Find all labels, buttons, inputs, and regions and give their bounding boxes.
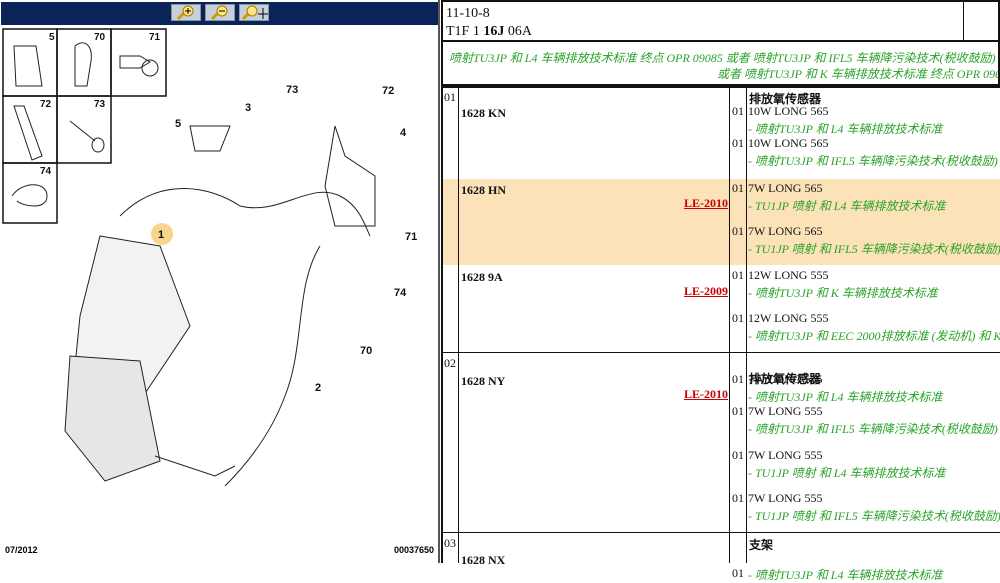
le-link[interactable]: LE-2010 [684, 196, 728, 211]
row-number: 03 [444, 536, 456, 550]
callout[interactable]: 2 [315, 382, 321, 394]
part-description: 7W LONG 555 [748, 448, 823, 462]
callout[interactable]: 3 [245, 102, 251, 114]
part-description: 7W LONG 565 [748, 181, 823, 195]
zoom-out-button[interactable] [204, 4, 235, 21]
zoom-in-button[interactable] [170, 4, 201, 21]
part-description: 12W LONG 555 [748, 311, 829, 325]
part-reference: 1628 NY [461, 374, 506, 388]
applicability-note: - 喷射TU3JP 和 L4 车辆排放技术标准 [748, 122, 943, 136]
inset-label: 71 [149, 32, 161, 43]
part-description: 12W LONG 555 [748, 268, 829, 282]
applicability-note: - 喷射TU3JP 和 IFL5 车辆降污染技术(税收鼓励) [748, 422, 998, 436]
quantity: 01 [732, 311, 744, 325]
applicability-note: - 喷射TU3JP 和 K 车辆排放技术标准 [748, 286, 938, 300]
applicability-note: - TU1JP 喷射 和 L4 车辆排放技术标准 [748, 199, 946, 213]
applicability-note: - 喷射TU3JP 和 IFL5 车辆降污染技术(税收鼓励) [748, 154, 998, 168]
row-number: 01 [444, 90, 456, 104]
quantity: 01 [732, 268, 744, 282]
exploded-parts-diagram: 5 70 71 72 73 74 1 2 3 4 5 70 71 72 73 7… [2, 28, 417, 487]
part-description: 7W LONG 555 [748, 372, 823, 386]
part-description: 10W LONG 565 [748, 136, 829, 150]
quantity: 01 [732, 104, 744, 118]
parts-table: 11-10-8 T1F 1 16J 06A 喷射TU3JP 和 L4 车辆排放技… [441, 0, 1000, 582]
quantity: 01 [732, 136, 744, 150]
applicability-note: - TU1JP 喷射 和 L4 车辆排放技术标准 [748, 466, 946, 480]
inset-label: 74 [40, 166, 52, 177]
quantity: 01 [732, 491, 744, 505]
callout[interactable]: 5 [175, 118, 181, 130]
part-description: 10W LONG 565 [748, 104, 829, 118]
banner-line: 或者 喷射TU3JP 和 K 车辆排放技术标准 终点 OPR 09085 [717, 67, 1000, 81]
section-code: 11-10-8 [446, 6, 490, 21]
quantity: 01 [732, 566, 744, 580]
inset-label: 5 [49, 32, 55, 43]
engine-code: T1F 1 16J 06A [446, 24, 532, 39]
part-description: 7W LONG 565 [748, 224, 823, 238]
quantity: 01 [732, 181, 744, 195]
le-link[interactable]: LE-2009 [684, 284, 728, 299]
inset-label: 70 [94, 32, 106, 43]
inset-label: 72 [40, 99, 52, 110]
callout[interactable]: 4 [400, 127, 407, 139]
callout[interactable]: 74 [394, 287, 407, 299]
quantity: 01 [732, 224, 744, 238]
applicability-note: - 喷射TU3JP 和 L4 车辆排放技术标准 [748, 390, 943, 404]
part-reference: 1628 HN [461, 183, 506, 197]
zoom-out-icon [210, 5, 227, 20]
callout[interactable]: 72 [382, 85, 394, 97]
quantity: 01 [732, 404, 744, 418]
callout[interactable]: 73 [286, 84, 298, 96]
part-name: 支架 [749, 538, 774, 552]
applicability-note: - TU1JP 喷射 和 IFL5 车辆降污染技术(税收鼓励) [748, 242, 1000, 256]
diagram-toolbar [1, 2, 438, 25]
diagram-reference: 00037650 [393, 545, 434, 555]
row-number: 02 [444, 356, 456, 370]
banner-line: 喷射TU3JP 和 L4 车辆排放技术标准 终点 OPR 09085 或者 喷射… [449, 51, 996, 65]
zoom-pan-button[interactable] [238, 4, 269, 21]
part-reference: 1628 NX [461, 553, 506, 567]
part-reference: 1628 9A [461, 270, 503, 284]
callout[interactable]: 71 [405, 231, 417, 243]
applicability-note: - TU1JP 喷射 和 IFL5 车辆降污染技术(税收鼓励) [748, 509, 1000, 523]
part-reference: 1628 KN [461, 106, 506, 120]
callout[interactable]: 70 [360, 345, 372, 357]
zoom-pan-icon [241, 5, 268, 20]
zoom-in-icon [176, 5, 193, 20]
quantity: 01 [732, 372, 744, 386]
le-link[interactable]: LE-2010 [684, 387, 728, 402]
part-description: 7W LONG 555 [748, 491, 823, 505]
inset-label: 73 [94, 99, 106, 110]
quantity: 01 [732, 448, 744, 462]
applicability-note: - 喷射TU3JP 和 L4 车辆排放技术标准 [748, 568, 943, 582]
diagram-panel: 5 70 71 72 73 74 1 2 3 4 5 70 71 72 73 7… [0, 0, 440, 563]
applicability-banner: 喷射TU3JP 和 L4 车辆排放技术标准 终点 OPR 09085 或者 喷射… [441, 42, 1000, 86]
diagram-date: 07/2012 [5, 545, 38, 555]
part-description: 7W LONG 555 [748, 404, 823, 418]
callout[interactable]: 1 [158, 229, 164, 241]
table-header: 11-10-8 T1F 1 16J 06A [441, 0, 1000, 42]
applicability-note: - 喷射TU3JP 和 EEC 2000排放标准 (发动机) 和 K 车 [748, 329, 1000, 343]
